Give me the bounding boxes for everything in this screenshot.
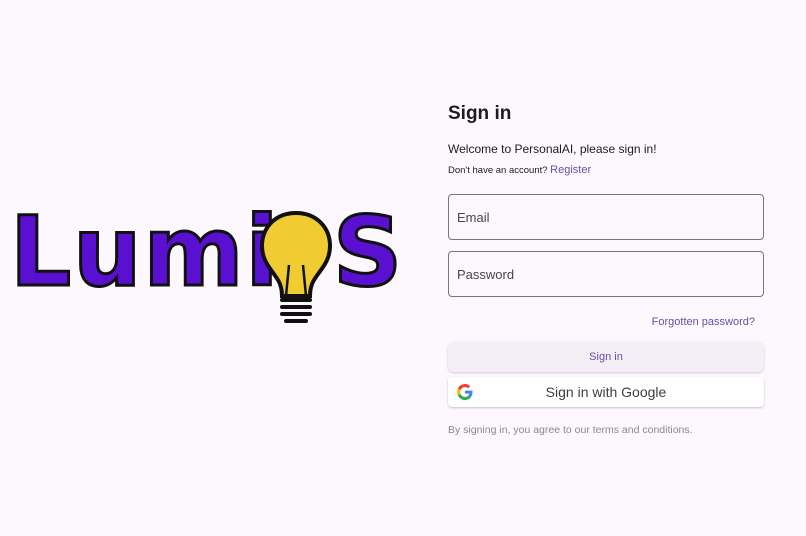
sign-in-button-label: Sign in bbox=[589, 351, 623, 363]
no-account-text: Don't have an account? bbox=[448, 165, 548, 176]
logo-text-right: S bbox=[331, 196, 405, 308]
sign-in-form: Sign in Welcome to PersonalAI, please si… bbox=[448, 100, 764, 437]
lightbulb-icon bbox=[259, 210, 333, 323]
forgot-row: Forgotten password? bbox=[448, 312, 764, 328]
lumios-logo: Lumi S bbox=[8, 196, 404, 328]
register-prompt: Don't have an account? Register bbox=[448, 162, 764, 178]
register-link[interactable]: Register bbox=[550, 164, 591, 176]
password-field[interactable] bbox=[448, 251, 764, 297]
sign-in-button[interactable]: Sign in bbox=[448, 342, 764, 372]
google-sign-in-button[interactable]: Sign in with Google bbox=[448, 377, 764, 407]
welcome-text: Welcome to PersonalAI, please sign in! bbox=[448, 142, 657, 156]
terms-text: By signing in, you agree to our terms an… bbox=[448, 424, 693, 436]
sign-in-page: Lumi S Sign in Welcome to PersonalAI, pl… bbox=[0, 0, 806, 536]
email-field[interactable] bbox=[448, 194, 764, 240]
logo-text-left: Lumi bbox=[8, 196, 281, 308]
page-title: Sign in bbox=[448, 103, 512, 124]
google-button-label: Sign in with Google bbox=[545, 384, 667, 400]
google-icon bbox=[457, 384, 473, 400]
forgot-password-link[interactable]: Forgotten password? bbox=[652, 316, 755, 328]
